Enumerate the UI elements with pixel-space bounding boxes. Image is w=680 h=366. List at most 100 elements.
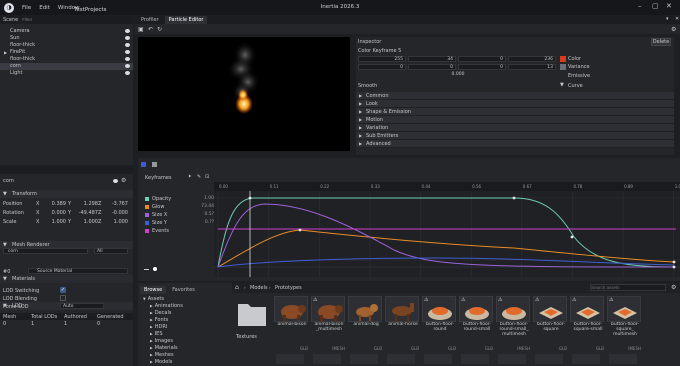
folder-tree-item[interactable]: ▶ Fonts [140,317,230,324]
expand-icon[interactable]: ▶ [150,360,153,364]
scene-tab[interactable]: Scene [3,17,18,23]
channel-field[interactable]: 13 [508,64,556,70]
section-advanced[interactable]: ▶ Advanced [356,140,674,148]
tab-particle-editor[interactable]: Particle Editor [164,15,208,24]
visibility-icon[interactable] [125,36,130,40]
breadcrumb-models[interactable]: Models [250,285,268,291]
track-row[interactable]: Size Y 0.?? [144,219,214,227]
transform-y-field[interactable]: 1.000 [74,219,98,225]
particle-viewport[interactable] [138,37,350,151]
channel-field[interactable]: 0 [408,64,456,70]
home-icon[interactable]: ⌂ [235,284,239,291]
browser-tab-favorites[interactable]: Favorites [168,286,199,294]
lod-switching-checkbox[interactable]: ✓ [60,287,66,293]
asset-tile[interactable]: ⚠ animal-bison _multimesh IMESH [311,296,347,364]
scene-item[interactable]: corn [0,63,133,70]
transform-z-field[interactable]: -0.000 [104,210,128,216]
transform-header[interactable]: ▼ Transform [0,190,133,198]
settings-icon[interactable]: ⚙ [121,177,126,184]
breadcrumb-prototypes[interactable]: Prototypes [275,285,302,291]
refresh-icon[interactable]: ↻ [157,26,162,33]
track-color-icon[interactable] [145,197,149,201]
scene-item[interactable]: Sun [0,35,133,42]
section-motion[interactable]: ▶ Motion [356,116,674,124]
track-row[interactable]: Opacity 1.00 [144,195,214,203]
expand-icon[interactable]: ▼ [143,297,146,301]
visibility-icon[interactable] [125,64,130,68]
transform-x-field[interactable]: 1.000 [42,219,66,225]
section-common[interactable]: ▶ Common [356,92,674,100]
fit-view-icon[interactable]: ⊡ [205,174,209,180]
asset-tile[interactable]: ⚠ button-floor-square-small GLB [570,296,606,364]
delete-button[interactable]: Delete [651,38,671,46]
asset-tile[interactable]: animal-dog GLB [348,296,384,364]
visibility-icon[interactable] [125,50,130,54]
expand-icon[interactable]: ▶ [150,332,153,336]
asset-search-input[interactable] [590,284,666,291]
gear-icon[interactable]: ⚙ [671,26,676,33]
color-swatch[interactable] [560,56,566,62]
keyframe-point[interactable] [512,196,516,200]
settings-icon[interactable]: ⚙ [671,284,676,291]
asset-tile[interactable]: ⚠ button-floor-round-small GLB [459,296,495,364]
object-name[interactable]: corn [3,178,14,184]
keyframe-point[interactable] [672,265,676,269]
track-color-icon[interactable] [145,205,149,209]
mesh-field[interactable]: corn [3,248,88,254]
channel-field[interactable]: 34 [408,56,456,62]
scene-item[interactable]: Light [0,70,133,77]
visibility-icon[interactable] [125,71,130,75]
expand-icon[interactable]: ▶ [150,353,153,357]
curve-dropdown-icon[interactable]: ▼ [560,82,564,88]
track-row[interactable]: Events [144,227,214,235]
section-shape-emission[interactable]: ▶ Shape & Emission [356,108,674,116]
visibility-icon[interactable] [125,57,130,61]
transform-x-field[interactable]: 0.389 [42,201,66,207]
zoom-out-icon[interactable] [144,269,149,270]
expand-icon[interactable]: ▶ [150,346,153,350]
browser-tab-browse[interactable]: Browse [140,286,167,294]
channel-field[interactable]: 255 [358,56,406,62]
expand-icon[interactable]: ▶ [150,325,153,329]
folder-tree-item[interactable]: ▶ Meshes [140,352,230,359]
asset-tile[interactable]: animal-bison GLB [274,296,310,364]
material-field[interactable]: Source Material [28,268,128,274]
scene-item[interactable]: floor-thick [0,56,133,63]
track-color-icon[interactable] [145,221,149,225]
undo-icon[interactable]: ↶ [148,26,153,33]
asset-tile[interactable]: animal-horse GLB [385,296,421,364]
materials-header[interactable]: ▼ Materials [0,275,133,283]
keyframe-point[interactable] [248,196,252,200]
folder-tree-item[interactable]: ▶ HDRI [140,324,230,331]
expand-icon[interactable]: ▶ [150,339,153,343]
folder-tree-item[interactable]: ▶ Animations [140,303,230,310]
folder-tree-item[interactable]: ▶ Materials [140,345,230,352]
transform-x-field[interactable]: 0.000 [42,210,66,216]
force-lod-select[interactable]: Auto [60,303,104,309]
transform-y-field[interactable]: 1.298 [74,201,98,207]
expand-icon[interactable]: ▶ [150,304,153,308]
section-variation[interactable]: ▶ Variation [356,124,674,132]
visibility-icon[interactable] [113,179,118,183]
folder-tree-item[interactable]: ▶ Images [140,338,230,345]
track-color-icon[interactable] [145,213,149,217]
folder-tree-item[interactable]: ▶ IES [140,331,230,338]
pen-tool-icon[interactable]: ✎ [197,174,201,180]
close-icon[interactable]: ✕ [666,2,672,10]
asset-tile[interactable]: ⚠ button-floor-round GLB [422,296,458,364]
save-icon[interactable]: ▣ [138,26,144,33]
folder-tree-item[interactable]: ▶ Models [140,359,230,366]
asset-tile[interactable]: ⚠ button-floor-square_ multimesh IMESH [607,296,643,364]
maximize-icon[interactable]: ▢ [652,2,659,10]
channel-field[interactable]: 0 [358,64,406,70]
curve-label[interactable]: Curve [568,83,583,89]
zoom-handle-icon[interactable] [153,267,157,271]
expand-icon[interactable]: ▶ [150,311,153,315]
folder-tree-item[interactable]: ▶ Decals [140,310,230,317]
pin-icon[interactable]: ▾ [666,16,669,22]
track-toggle-icon[interactable] [141,162,146,167]
transform-y-field[interactable]: -49.487 [74,210,98,216]
track-toggle-icon[interactable] [152,162,157,167]
variance-swatch[interactable] [560,64,566,70]
channel-field[interactable]: 0 [458,56,506,62]
